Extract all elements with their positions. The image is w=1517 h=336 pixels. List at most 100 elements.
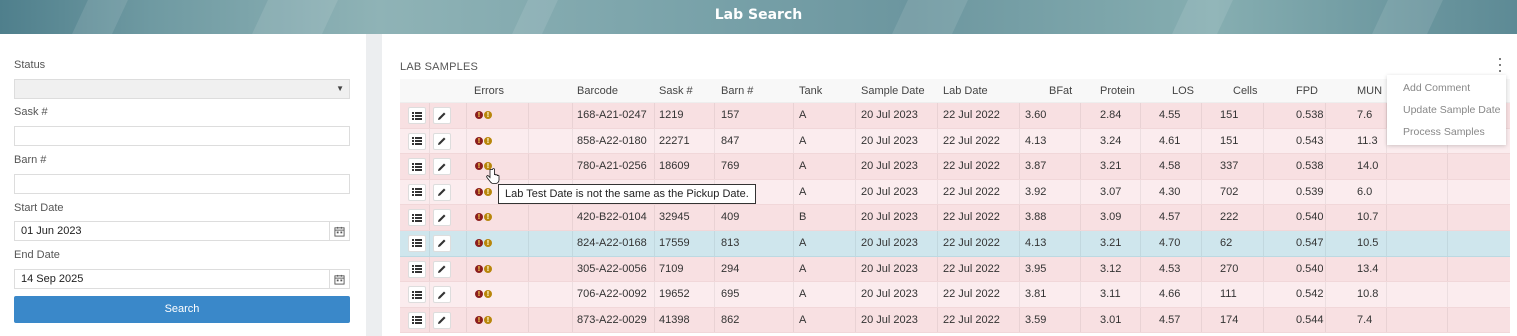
pencil-icon[interactable] <box>433 132 451 150</box>
column-header[interactable]: Barn # <box>721 79 753 103</box>
menu-item-update-sample-date[interactable]: Update Sample Date <box>1403 104 1500 116</box>
error-indicator-icon[interactable]: !! <box>475 290 492 299</box>
table-row[interactable]: !! 706-A22-0092 19652 695 A 20 Jul 2023 22 Jul… <box>400 282 1510 308</box>
list-icon[interactable] <box>408 132 426 150</box>
table-row[interactable]: !! 780-A21-0256 18609 769 A 20 Jul 2023 22 Jul… <box>400 154 1510 180</box>
table-cell: 3.09 <box>1100 211 1122 224</box>
list-icon[interactable] <box>408 234 426 252</box>
table-row[interactable]: !! 168-A21-0247 1219 157 A 20 Jul 2023 22 Jul … <box>400 103 1510 129</box>
column-divider <box>1325 282 1326 307</box>
menu-item-add-comment[interactable]: Add Comment <box>1403 82 1470 94</box>
column-divider <box>714 128 715 154</box>
column-divider <box>572 128 573 154</box>
end-date-input[interactable]: 14 Sep 2025 <box>14 269 350 289</box>
table-cell: 20 Jul 2023 <box>861 211 918 224</box>
column-divider <box>1201 307 1202 333</box>
warning-icon: ! <box>484 187 492 196</box>
column-header[interactable]: BFat <box>1049 79 1072 103</box>
pencil-icon[interactable] <box>433 311 451 329</box>
list-icon[interactable] <box>408 183 426 201</box>
column-header[interactable]: LOS <box>1172 79 1194 103</box>
error-indicator-icon[interactable]: !! <box>475 315 492 324</box>
column-divider <box>1019 154 1020 179</box>
pencil-icon[interactable] <box>433 183 451 201</box>
table-cell: 22 Jul 2022 <box>943 211 1000 224</box>
table-cell: 305-A22-0056 <box>577 262 647 275</box>
status-select[interactable]: ▼ <box>14 79 350 99</box>
column-divider <box>572 307 573 333</box>
column-header[interactable]: MUN <box>1357 79 1382 103</box>
column-divider <box>714 103 715 128</box>
column-divider <box>429 282 430 307</box>
calendar-icon[interactable] <box>329 270 349 288</box>
column-header[interactable]: FPD <box>1296 79 1318 103</box>
column-divider <box>528 282 529 307</box>
column-divider <box>429 154 430 179</box>
list-icon[interactable] <box>408 286 426 304</box>
pencil-icon[interactable] <box>433 260 451 278</box>
table-row[interactable]: !! 305-A22-0056 7109 294 A 20 Jul 2023 22 Jul … <box>400 256 1510 283</box>
list-icon[interactable] <box>408 158 426 176</box>
table-cell: A <box>799 236 807 249</box>
column-header[interactable]: Tank <box>799 79 822 103</box>
pencil-icon[interactable] <box>433 286 451 304</box>
hand-cursor-icon <box>486 168 500 184</box>
error-indicator-icon[interactable]: !! <box>475 136 492 145</box>
table-cell: 4.55 <box>1159 109 1181 121</box>
table-row[interactable]: !! 873-A22-0029 41398 862 A 20 Jul 2023 22 Jul… <box>400 307 1510 334</box>
column-divider <box>1263 179 1264 205</box>
table-cell: 4.57 <box>1159 211 1181 224</box>
column-header[interactable]: Protein <box>1100 79 1135 103</box>
table-cell: 0.538 <box>1296 109 1324 121</box>
column-header[interactable]: Sask # <box>659 79 693 103</box>
column-header[interactable]: Sample Date <box>861 79 925 103</box>
table-row[interactable]: !! 824-A22-0168 17559 813 A 20 Jul 2023 22 Jul… <box>400 230 1510 257</box>
search-button[interactable]: Search <box>14 296 350 323</box>
table-cell: 4.13 <box>1025 236 1047 249</box>
pencil-icon[interactable] <box>433 158 451 176</box>
sask-input[interactable] <box>14 126 350 146</box>
table-row[interactable]: !! 858-A22-0180 22271 847 A 20 Jul 2023 22 Jul… <box>400 128 1510 155</box>
list-icon[interactable] <box>408 209 426 227</box>
column-divider <box>1019 205 1020 230</box>
table-cell: 4.30 <box>1159 185 1181 198</box>
calendar-icon[interactable] <box>329 222 349 240</box>
column-divider <box>1263 307 1264 333</box>
error-indicator-icon[interactable]: !! <box>475 187 492 196</box>
more-options-icon[interactable] <box>1495 58 1505 72</box>
table-cell: 20 Jul 2023 <box>861 236 918 249</box>
list-icon[interactable] <box>408 107 426 124</box>
start-date-input[interactable]: 01 Jun 2023 <box>14 221 350 241</box>
table-cell: 3.59 <box>1025 313 1047 326</box>
column-divider <box>1386 282 1387 307</box>
pencil-icon[interactable] <box>433 209 451 227</box>
column-divider <box>528 256 529 282</box>
table-body: !! 168-A21-0247 1219 157 A 20 Jul 2023 22 Jul … <box>400 103 1510 334</box>
pencil-icon[interactable] <box>433 107 451 124</box>
column-divider <box>937 179 938 205</box>
list-icon[interactable] <box>408 311 426 329</box>
column-header[interactable]: Lab Date <box>943 79 988 103</box>
table-cell: 1219 <box>659 109 684 121</box>
column-divider <box>714 205 715 230</box>
panel-divider <box>366 34 382 336</box>
menu-item-process-samples[interactable]: Process Samples <box>1403 126 1485 138</box>
table-cell: 174 <box>1220 313 1239 326</box>
list-icon[interactable] <box>408 260 426 278</box>
column-divider <box>1080 230 1081 256</box>
pencil-icon[interactable] <box>433 234 451 252</box>
error-indicator-icon[interactable]: !! <box>475 111 492 119</box>
column-header[interactable]: Cells <box>1233 79 1257 103</box>
column-header[interactable]: Errors <box>474 79 504 103</box>
table-row[interactable]: !! 420-B22-0104 32945 409 B 20 Jul 2023 22 Jul… <box>400 205 1510 231</box>
error-indicator-icon[interactable]: !! <box>475 238 492 247</box>
error-indicator-icon[interactable]: !! <box>475 264 492 273</box>
column-divider <box>793 307 794 333</box>
table-cell: 10.8 <box>1357 288 1379 301</box>
barn-input[interactable] <box>14 174 350 194</box>
column-header[interactable]: Barcode <box>577 79 618 103</box>
table-cell: 20 Jul 2023 <box>861 134 918 147</box>
table-cell: 0.540 <box>1296 262 1324 275</box>
error-indicator-icon[interactable]: !! <box>475 213 492 222</box>
status-label: Status <box>14 59 46 71</box>
